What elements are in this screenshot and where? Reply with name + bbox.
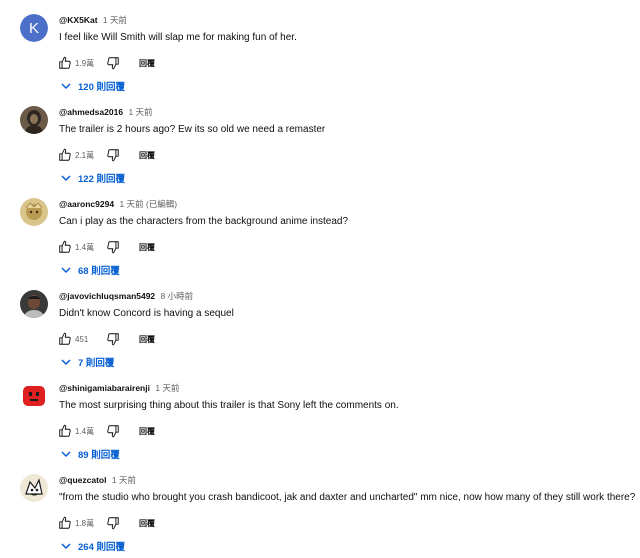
comment-text: I feel like Will Smith will slap me for … bbox=[59, 32, 297, 43]
comment-header: @aaronc9294 1 天前 (已編輯) bbox=[59, 197, 177, 211]
chevron-down-icon bbox=[60, 540, 72, 552]
dislike-icon[interactable] bbox=[105, 331, 121, 347]
view-replies-button[interactable]: 264 則回覆 bbox=[60, 537, 125, 555]
view-replies-button[interactable]: 122 則回覆 bbox=[60, 169, 125, 187]
comments-list: K @KX5Kat 1 天前 I feel like Will Smith wi… bbox=[0, 0, 640, 558]
like-icon[interactable] bbox=[57, 239, 73, 255]
replies-count-label: 120 則回覆 bbox=[78, 82, 125, 93]
chevron-down-icon bbox=[60, 448, 72, 460]
comment-text: "from the studio who brought you crash b… bbox=[59, 492, 636, 503]
like-count: 1.4萬 bbox=[75, 242, 95, 252]
like-icon[interactable] bbox=[57, 331, 73, 347]
comment-actions: 1.4萬 回覆 bbox=[57, 422, 155, 440]
red-block-avatar bbox=[20, 382, 48, 410]
comment-thread: K @KX5Kat 1 天前 I feel like Will Smith wi… bbox=[0, 4, 640, 96]
anime-character-avatar bbox=[20, 198, 48, 226]
like-icon[interactable] bbox=[57, 423, 73, 439]
reply-button[interactable]: 回覆 bbox=[139, 334, 155, 345]
comment-time[interactable]: 1 天前 bbox=[112, 475, 136, 485]
comment-actions: 451 回覆 bbox=[57, 330, 155, 348]
comment-thread: @quezcatol 1 天前 "from the studio who bro… bbox=[0, 464, 640, 556]
replies-count-label: 122 則回覆 bbox=[78, 174, 125, 185]
comment-thread: @ahmedsa2016 1 天前 The trailer is 2 hours… bbox=[0, 96, 640, 188]
replies-count-label: 68 則回覆 bbox=[78, 266, 120, 277]
like-count: 1.4萬 bbox=[75, 426, 95, 436]
author-name[interactable]: @aaronc9294 bbox=[59, 199, 114, 209]
comment-time[interactable]: 1 天前 bbox=[155, 383, 179, 393]
comment-text: The most surprising thing about this tra… bbox=[59, 400, 399, 411]
avatar-letter: K bbox=[20, 14, 48, 42]
hooded-figure-avatar bbox=[20, 106, 48, 134]
avatar[interactable] bbox=[20, 290, 48, 318]
author-name[interactable]: @javovichluqsman5492 bbox=[59, 291, 155, 301]
avatar[interactable] bbox=[20, 474, 48, 502]
dislike-icon[interactable] bbox=[105, 55, 121, 71]
view-replies-button[interactable]: 7 則回覆 bbox=[60, 353, 114, 371]
like-count: 2.1萬 bbox=[75, 150, 95, 160]
comment-time[interactable]: 1 天前 bbox=[103, 15, 127, 25]
like-icon[interactable] bbox=[57, 515, 73, 531]
comment-thread: @shinigamiabarairenji 1 天前 The most surp… bbox=[0, 372, 640, 464]
like-count: 1.8萬 bbox=[75, 518, 95, 528]
avatar[interactable] bbox=[20, 198, 48, 226]
comment-thread: @aaronc9294 1 天前 (已編輯) Can i play as the… bbox=[0, 188, 640, 280]
comment-time[interactable]: 8 小時前 bbox=[161, 291, 194, 301]
chevron-down-icon bbox=[60, 264, 72, 276]
author-name[interactable]: @quezcatol bbox=[59, 475, 107, 485]
comment-header: @ahmedsa2016 1 天前 bbox=[59, 105, 153, 119]
portrait-avatar bbox=[20, 290, 48, 318]
like-icon[interactable] bbox=[57, 55, 73, 71]
dislike-icon[interactable] bbox=[105, 147, 121, 163]
comment-actions: 2.1萬 回覆 bbox=[57, 146, 155, 164]
comment-time[interactable]: 1 天前 bbox=[128, 107, 152, 117]
replies-count-label: 264 則回覆 bbox=[78, 542, 125, 553]
reply-button[interactable]: 回覆 bbox=[139, 518, 155, 529]
view-replies-button[interactable]: 89 則回覆 bbox=[60, 445, 120, 463]
chevron-down-icon bbox=[60, 80, 72, 92]
dislike-icon[interactable] bbox=[105, 515, 121, 531]
reply-button[interactable]: 回覆 bbox=[139, 242, 155, 253]
comment-header: @shinigamiabarairenji 1 天前 bbox=[59, 381, 179, 395]
comment-text: Can i play as the characters from the ba… bbox=[59, 216, 349, 227]
like-count: 1.9萬 bbox=[75, 58, 95, 68]
avatar[interactable] bbox=[20, 382, 48, 410]
author-name[interactable]: @KX5Kat bbox=[59, 15, 98, 25]
comment-header: @KX5Kat 1 天前 bbox=[59, 13, 127, 27]
reply-button[interactable]: 回覆 bbox=[139, 426, 155, 437]
author-name[interactable]: @shinigamiabarairenji bbox=[59, 383, 150, 393]
replies-count-label: 7 則回覆 bbox=[78, 358, 115, 369]
dislike-icon[interactable] bbox=[105, 239, 121, 255]
comment-header: @javovichluqsman5492 8 小時前 bbox=[59, 289, 193, 303]
comment-actions: 1.8萬 回覆 bbox=[57, 514, 155, 532]
author-name[interactable]: @ahmedsa2016 bbox=[59, 107, 123, 117]
chevron-down-icon bbox=[60, 172, 72, 184]
avatar[interactable]: K bbox=[20, 14, 48, 42]
comment-thread: @javovichluqsman5492 8 小時前 Didn't know C… bbox=[0, 280, 640, 372]
dislike-icon[interactable] bbox=[105, 423, 121, 439]
view-replies-button[interactable]: 120 則回覆 bbox=[60, 77, 125, 95]
reply-button[interactable]: 回覆 bbox=[139, 150, 155, 161]
comment-text: The trailer is 2 hours ago? Ew its so ol… bbox=[59, 124, 326, 135]
avatar[interactable] bbox=[20, 106, 48, 134]
comment-time[interactable]: 1 天前 (已編輯) bbox=[119, 199, 177, 209]
reply-button[interactable]: 回覆 bbox=[139, 58, 155, 69]
like-icon[interactable] bbox=[57, 147, 73, 163]
view-replies-button[interactable]: 68 則回覆 bbox=[60, 261, 120, 279]
comment-actions: 1.4萬 回覆 bbox=[57, 238, 155, 256]
comment-text: Didn't know Concord is having a sequel bbox=[59, 308, 234, 319]
chevron-down-icon bbox=[60, 356, 72, 368]
comment-header: @quezcatol 1 天前 bbox=[59, 473, 136, 487]
comment-actions: 1.9萬 回覆 bbox=[57, 54, 155, 72]
like-count: 451 bbox=[75, 334, 89, 344]
sketch-character-avatar bbox=[20, 474, 48, 502]
replies-count-label: 89 則回覆 bbox=[78, 450, 120, 461]
